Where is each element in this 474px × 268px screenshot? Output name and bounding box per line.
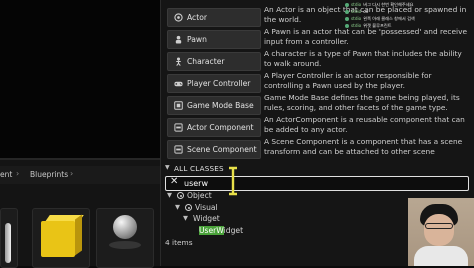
class-label: Actor (187, 13, 207, 22)
asset-thumbnail[interactable] (0, 208, 18, 268)
tree-item-label: Object (187, 191, 212, 200)
section-title: ALL CLASSES (174, 164, 224, 173)
class-row-player-controller: Player Controller A Player Controller is… (167, 71, 471, 94)
streamer-face (424, 214, 454, 246)
class-row-scene-component: Scene Component A Scene Component is a c… (167, 137, 471, 160)
scene-component-class-button[interactable]: Scene Component (167, 140, 261, 159)
asset-thumbnail[interactable] (96, 208, 154, 268)
class-label: Pawn (187, 35, 207, 44)
tree-item-label-rest: idget (223, 226, 244, 235)
chat-line: stdio ok (345, 9, 368, 15)
viewport[interactable] (0, 0, 160, 160)
pawn-class-button[interactable]: Pawn (167, 30, 261, 49)
collapse-arrow-icon[interactable]: ▼ (175, 203, 180, 211)
divider (0, 158, 160, 160)
chat-line: stdio 위젯 블루프린트 (345, 23, 392, 29)
chat-badge-icon (345, 3, 349, 7)
sphere-icon (113, 215, 137, 239)
cube-icon (75, 214, 82, 256)
expand-triangle-icon: ▼ (165, 164, 170, 171)
class-description: An ActorComponent is a reusable componen… (264, 115, 465, 134)
collapse-arrow-icon[interactable]: ▼ (183, 214, 188, 222)
chat-line: stdio 왼쪽 아래 클래스 창에서 검색 (345, 16, 415, 22)
breadcrumb-item-content[interactable]: ent (0, 170, 12, 179)
class-search-input[interactable] (184, 177, 384, 190)
asset-thumbnail[interactable] (32, 208, 90, 268)
player-controller-class-button[interactable]: Player Controller (167, 74, 261, 93)
sphere-base (109, 241, 141, 249)
class-icon (185, 204, 192, 211)
class-label: Actor Component (187, 123, 254, 132)
webcam-overlay (408, 198, 474, 266)
character-class-button[interactable]: Character (167, 52, 261, 71)
breadcrumb-separator-icon: › (70, 169, 74, 178)
chat-badge-icon (345, 17, 349, 21)
actor-class-button[interactable]: Actor (167, 8, 261, 27)
class-icon (177, 192, 184, 199)
component-icon (174, 123, 183, 132)
gamepad-icon (174, 81, 183, 87)
asset-grid (0, 196, 160, 268)
all-classes-section-header[interactable]: ▼ ALL CLASSES (161, 163, 474, 174)
chat-badge-icon (345, 10, 349, 14)
pawn-icon (175, 35, 182, 44)
tree-item-visual[interactable]: ▼ Visual (175, 203, 255, 213)
chat-line: stdio 버그 다시 한번 확인해주세요 (345, 2, 413, 8)
class-search-box[interactable]: ✕ (165, 176, 469, 191)
streamer-body (414, 246, 468, 266)
clear-search-icon[interactable]: ✕ (170, 176, 178, 187)
component-icon (174, 145, 183, 154)
glasses-icon (425, 223, 453, 229)
content-browser-area: ent › Blueprints › (0, 0, 160, 268)
tree-item-label: Visual (195, 203, 218, 212)
capsule-icon (5, 223, 11, 263)
class-label: Character (187, 57, 225, 66)
chat-overlay: stdio 버그 다시 한번 확인해주세요 stdio ok stdio 왼쪽 아래 … (345, 0, 474, 50)
tree-item-label: Widget (193, 214, 220, 223)
cube-icon (41, 221, 75, 257)
class-description: Game Mode Base defines the game being pl… (264, 93, 460, 112)
breadcrumb: ent › Blueprints › (0, 166, 160, 184)
actor-icon (174, 13, 183, 22)
actor-component-class-button[interactable]: Actor Component (167, 118, 261, 137)
class-label: Player Controller (187, 79, 251, 88)
tree-item-userwidget[interactable]: UserWidget (189, 226, 279, 236)
breadcrumb-separator-icon: › (16, 169, 20, 178)
breadcrumb-item-blueprints[interactable]: Blueprints (30, 170, 68, 179)
class-label: Game Mode Base (187, 101, 254, 110)
class-description: A character is a type of Pawn that inclu… (264, 49, 462, 68)
game-mode-base-class-button[interactable]: Game Mode Base (167, 96, 261, 115)
class-row-game-mode-base: Game Mode Base Game Mode Base defines th… (167, 93, 471, 116)
class-description: A Player Controller is an actor responsi… (264, 71, 432, 90)
class-description: A Scene Component is a component that ha… (264, 137, 463, 156)
tree-item-widget[interactable]: ▼ Widget (183, 214, 263, 224)
character-icon (176, 57, 181, 66)
collapse-arrow-icon[interactable]: ▼ (167, 191, 172, 199)
tree-item-object[interactable]: ▼ Object (167, 191, 247, 201)
game-mode-icon (174, 101, 183, 110)
items-count: 4 items (165, 238, 193, 247)
class-label: Scene Component (187, 145, 257, 154)
tree-item-label: UserWidget (199, 226, 243, 235)
class-row-actor-component: Actor Component An ActorComponent is a r… (167, 115, 471, 138)
chat-badge-icon (345, 24, 349, 28)
class-row-character: Character A character is a type of Pawn … (167, 49, 471, 72)
search-match-highlight: UserW (199, 226, 224, 235)
